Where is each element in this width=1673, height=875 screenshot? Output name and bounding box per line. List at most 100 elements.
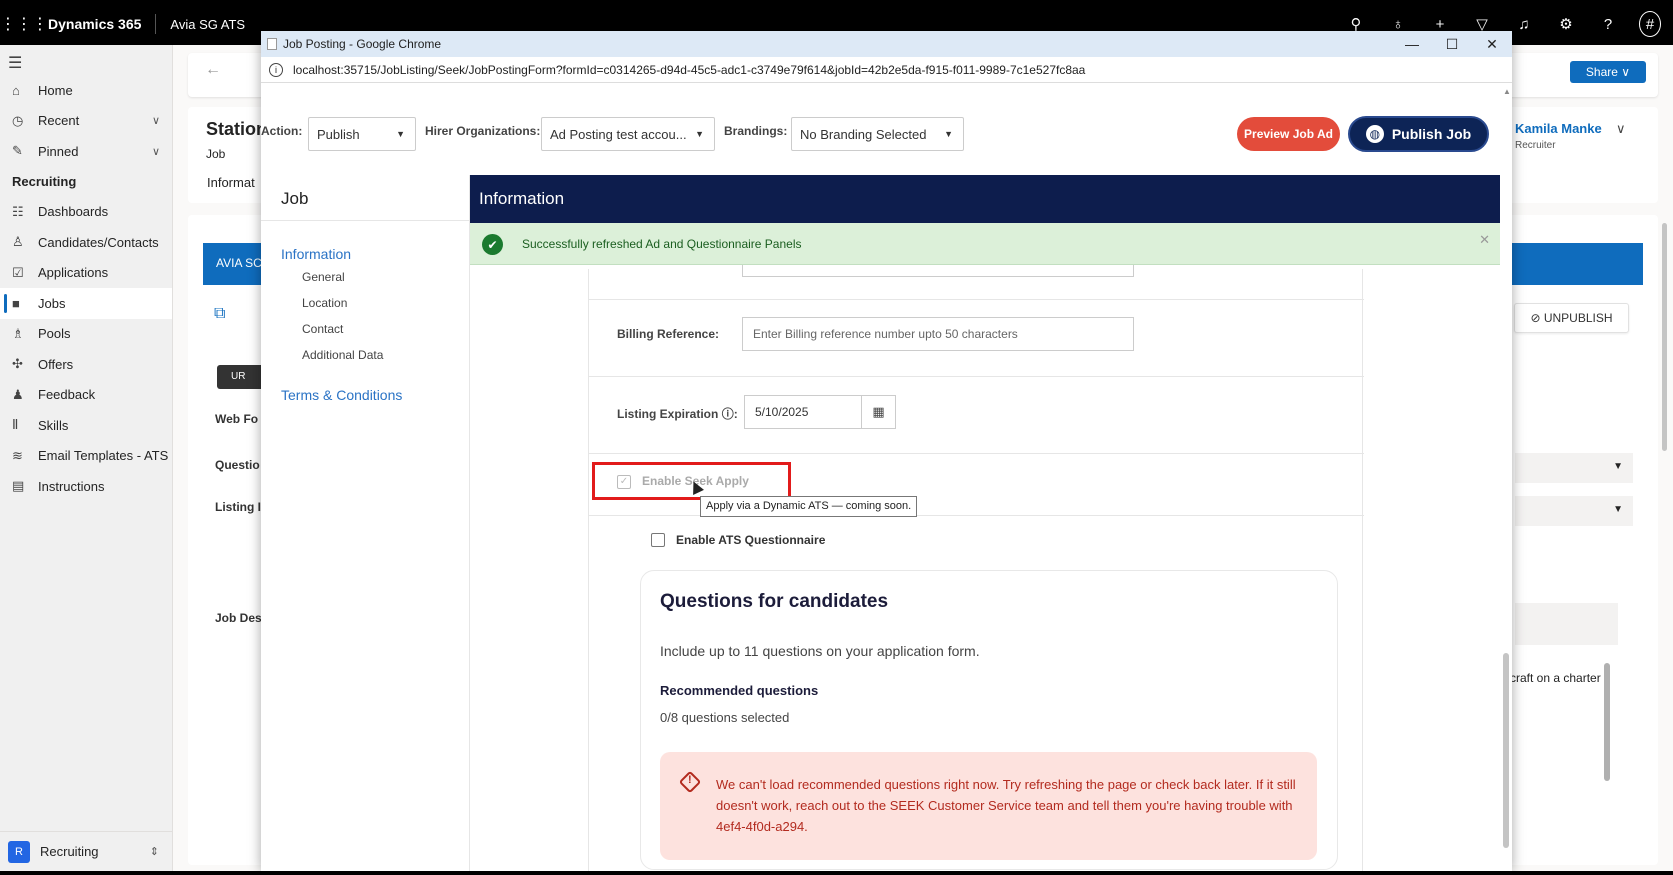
app-name[interactable]: Avia SG ATS	[156, 17, 245, 32]
red-highlight-box	[592, 462, 791, 500]
side-sub-additional-data[interactable]: Additional Data	[302, 348, 383, 362]
close-icon[interactable]: ✕	[1472, 31, 1512, 57]
nav-item-pools[interactable]: ♗ Pools	[0, 319, 172, 350]
caret-down-icon: ▼	[1613, 504, 1623, 515]
chevron-down-icon[interactable]: ∨	[152, 114, 160, 127]
page-scrollbar[interactable]	[1662, 223, 1667, 451]
area-label: Recruiting	[40, 844, 99, 859]
action-value: Publish	[317, 127, 360, 142]
area-switcher[interactable]: R Recruiting ⇕	[0, 831, 173, 871]
branding-label: Brandings:	[724, 124, 788, 138]
billing-label: Billing Reference:	[617, 327, 720, 341]
ats-questionnaire-checkbox[interactable]	[651, 533, 665, 547]
nav-item-home[interactable]: ⌂ Home	[0, 75, 172, 106]
publish-label: Publish Job	[1391, 126, 1472, 142]
scrollbar-thumb[interactable]	[1503, 653, 1509, 848]
block-icon: ⊘	[1530, 311, 1544, 325]
handshake-icon: ✣	[12, 356, 23, 372]
back-arrow-icon[interactable]: ←	[205, 61, 221, 79]
action-select[interactable]: Publish ▼	[308, 117, 416, 151]
side-sub-location[interactable]: Location	[302, 296, 347, 310]
questions-title: Questions for candidates	[660, 591, 889, 612]
side-sub-contact[interactable]: Contact	[302, 322, 343, 336]
nav-item-jobs[interactable]: ■ Jobs	[0, 288, 172, 319]
seek-apply-tooltip: Apply via a Dynamic ATS — coming soon.	[700, 496, 918, 517]
person-icon: ♙	[12, 234, 24, 250]
nav-item-offers[interactable]: ✣ Offers	[0, 349, 172, 380]
page-icon	[267, 38, 277, 50]
description-scrollbar[interactable]	[1604, 663, 1610, 781]
url-chip[interactable]: UR	[217, 365, 267, 389]
home-icon: ⌂	[12, 82, 20, 98]
branding-value: No Branding Selected	[800, 127, 927, 142]
chevron-down-icon[interactable]: ∨	[1616, 121, 1626, 137]
nav-label: Pinned	[38, 143, 79, 159]
avatar[interactable]: #	[1639, 11, 1661, 37]
chevron-down-icon[interactable]: ∨	[152, 145, 160, 158]
pin-icon: ✎	[12, 143, 23, 159]
share-button[interactable]: Share ∨	[1570, 61, 1646, 83]
nav-item-feedback[interactable]: ♟ Feedback	[0, 380, 172, 411]
lightbulb-icon[interactable]: ♁	[1387, 16, 1409, 33]
owner-name[interactable]: Kamila Manke	[1515, 121, 1602, 136]
screen: ⋮⋮⋮ Dynamics 365 Avia SG ATS ⚲ ♁ + ▽ ♫ ⚙…	[0, 3, 1673, 871]
tab-information[interactable]: Informat	[207, 175, 255, 190]
branding-select[interactable]: No Branding Selected ▼	[791, 117, 964, 151]
nav-item-email-templates[interactable]: ≋ Email Templates - ATS	[0, 441, 172, 472]
description-snippet: craft on a charter	[1510, 671, 1601, 685]
popup-scrollbar[interactable]: ▲	[1500, 83, 1512, 871]
scroll-up-icon[interactable]: ▲	[1503, 87, 1511, 96]
hirer-select[interactable]: Ad Posting test accou... ▼	[541, 117, 715, 151]
bg-dropdown[interactable]: ▼	[1515, 453, 1633, 483]
publish-job-button[interactable]: ◍ Publish Job	[1348, 116, 1489, 152]
listing-expiration-input[interactable]: 5/10/2025	[744, 395, 862, 429]
nav-item-instructions[interactable]: ▤ Instructions	[0, 471, 172, 502]
preview-job-ad-button[interactable]: Preview Job Ad	[1237, 117, 1340, 151]
clock-icon: ◷	[12, 112, 24, 128]
info-icon[interactable]: ⓘ	[722, 407, 734, 421]
nav-label: Instructions	[38, 478, 105, 494]
address-bar[interactable]: i localhost:35715/JobListing/Seek/JobPos…	[261, 57, 1512, 83]
bell-icon[interactable]: ♫	[1513, 16, 1535, 33]
left-navigation: ☰ ⌂ Home ◷ Recent ∨ ✎ Pinned ∨ Recruiting ☷ Da…	[0, 45, 173, 871]
bg-dropdown[interactable]: ▼	[1515, 496, 1633, 526]
feedback-icon: ♟	[12, 386, 24, 402]
gear-icon[interactable]: ⚙	[1555, 15, 1577, 33]
unpublish-button[interactable]: ⊘ UNPUBLISH	[1514, 303, 1629, 333]
divider	[589, 299, 1364, 300]
nav-label: Recent	[38, 113, 80, 129]
billing-reference-input[interactable]: Enter Billing reference number upto 50 c…	[742, 317, 1134, 351]
hamburger-icon[interactable]: ☰	[0, 45, 172, 75]
info-icon[interactable]: i	[269, 62, 283, 77]
calendar-icon[interactable]: ▦	[862, 395, 896, 429]
app-launcher-icon[interactable]: ⋮⋮⋮	[0, 14, 48, 34]
people-icon: ♗	[12, 325, 24, 341]
side-heading: Job	[261, 175, 469, 221]
nav-item-pinned[interactable]: ✎ Pinned ∨	[0, 136, 172, 167]
unpublish-label: UNPUBLISH	[1543, 311, 1613, 325]
nav-item-recent[interactable]: ◷ Recent ∨	[0, 106, 172, 137]
plus-icon[interactable]: +	[1429, 16, 1451, 33]
help-icon[interactable]: ?	[1597, 16, 1619, 33]
url-text[interactable]: localhost:35715/JobListing/Seek/JobPosti…	[293, 63, 1085, 77]
nav-label: Skills	[38, 417, 69, 433]
nav-item-candidates[interactable]: ♙ Candidates/Contacts	[0, 227, 172, 258]
nav-item-dashboards[interactable]: ☷ Dashboards	[0, 197, 172, 228]
action-label: Action:	[261, 124, 303, 138]
divider	[589, 453, 1364, 454]
bg-grey-panel	[1515, 603, 1618, 645]
close-icon[interactable]: ✕	[1479, 232, 1490, 248]
minimize-icon[interactable]: —	[1392, 31, 1432, 57]
nav-label: Jobs	[38, 295, 66, 311]
side-link-terms[interactable]: Terms & Conditions	[281, 387, 402, 403]
nav-group-recruiting: Recruiting	[12, 174, 77, 189]
nav-item-skills[interactable]: Ⅱ Skills	[0, 410, 172, 441]
owner-role: Recruiter	[1515, 140, 1556, 151]
brand-name[interactable]: Dynamics 365	[40, 14, 157, 34]
nav-item-applications[interactable]: ☑ Applications	[0, 258, 172, 289]
maximize-icon[interactable]: ☐	[1432, 31, 1472, 57]
area-badge: R	[8, 840, 30, 863]
side-sub-general[interactable]: General	[302, 270, 345, 284]
side-link-information[interactable]: Information	[281, 246, 351, 262]
recommended-heading: Recommended questions	[660, 683, 819, 698]
